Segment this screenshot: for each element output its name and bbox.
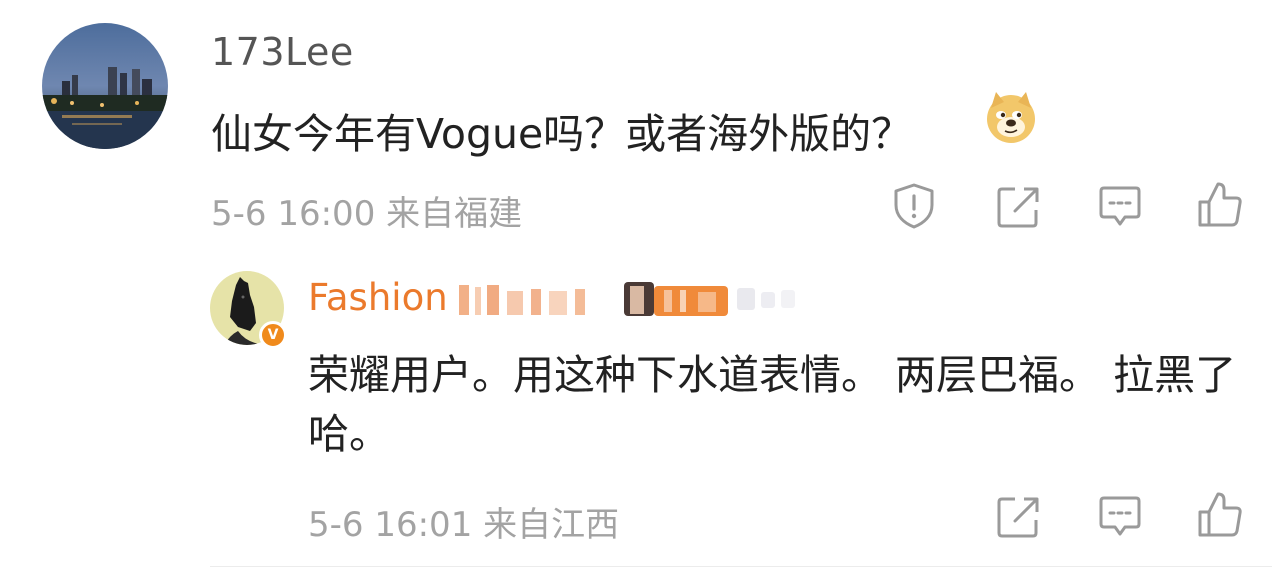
user-medal-icon [735,284,797,312]
like-icon[interactable] [1195,180,1245,230]
comment-location: 来自福建 [386,194,523,234]
avatar[interactable] [42,23,168,149]
user-level-badge-icon [624,280,728,318]
comment-username[interactable]: 173Lee [211,30,354,74]
repost-icon[interactable] [993,182,1043,232]
reply-icon[interactable] [1095,492,1145,542]
reply-icon[interactable] [1095,182,1145,232]
reply-timestamp: 5-6 16:01 [308,505,473,545]
reply-text: 荣耀用户。用这种下水道表情。 两层巴福。 拉黑了哈。 [308,351,1237,458]
verified-badge-icon: V [259,321,287,349]
reply-location: 来自江西 [483,505,620,545]
report-icon[interactable] [889,181,939,231]
reply-meta: 5-6 16:01 来自江西 [308,497,619,546]
doge-emoji-icon [984,90,1038,144]
avatar-city-night-image [42,23,168,149]
comment-timestamp: 5-6 16:00 [211,194,376,234]
like-icon[interactable] [1195,490,1245,540]
reply-username[interactable]: Fashion [308,276,448,319]
comment-meta: 5-6 16:00 来自福建 [211,186,522,235]
repost-icon[interactable] [993,492,1043,542]
comment-text: 仙女今年有Vogue吗？或者海外版的？ [211,110,913,158]
blurred-username-suffix [455,283,605,317]
divider [210,566,1272,567]
